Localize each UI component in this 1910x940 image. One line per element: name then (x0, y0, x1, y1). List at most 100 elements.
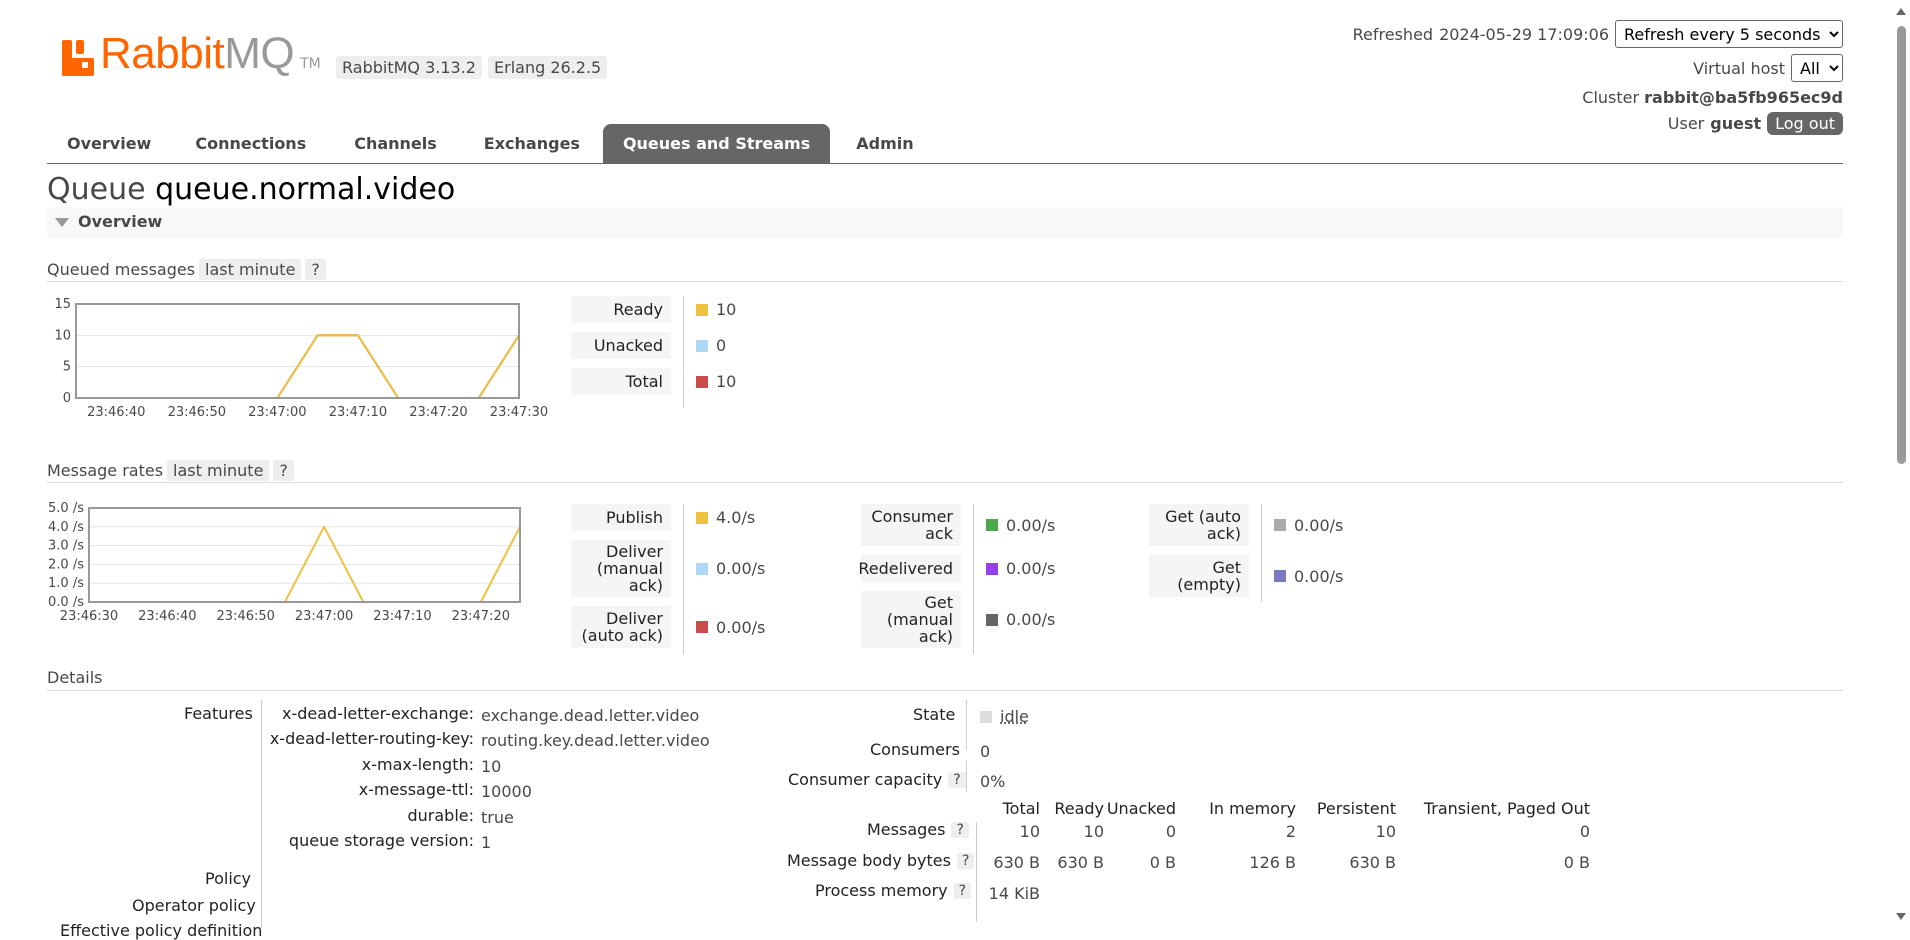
legend-total-label: Total (571, 368, 671, 395)
logo-rabbit-text: Rabbit (100, 29, 225, 78)
tab-overview[interactable]: Overview (47, 124, 171, 164)
legend-deliver-manual-label: Deliver (manual ack) (571, 540, 671, 597)
x-tick-label: 23:46:30 (60, 609, 118, 624)
swatch-get-manual (986, 613, 998, 626)
tab-exchanges[interactable]: Exchanges (461, 124, 603, 164)
legend-publish-label: Publish (571, 504, 671, 531)
queue-name: queue.normal.video (155, 172, 456, 207)
feature-key: queue storage version: (288, 830, 474, 850)
body-bytes-row: 630 B 630 B 0 B 126 B 630 B 0 B (976, 853, 1590, 872)
feature-value: true (481, 807, 514, 827)
y-tick-label: 2.0 /s (48, 557, 84, 572)
legend-get-auto-value: 0.00/s (1274, 504, 1343, 546)
table-cell: 630 B (1349, 853, 1396, 872)
legend-get-empty-value: 0.00/s (1274, 555, 1343, 597)
legend-get-manual-label: Get (manual ack) (861, 591, 961, 648)
legend-total-value: 10 (696, 368, 736, 395)
cluster-row: Cluster rabbit@ba5fb965ec9d (1582, 88, 1843, 107)
feature-key: x-dead-letter-exchange: (281, 704, 474, 723)
process-memory-row-label: Process memory ? (815, 881, 972, 900)
details-heading: Details (47, 668, 103, 687)
table-cell: 630 B (993, 853, 1040, 872)
page-title: Queue queue.normal.video (47, 172, 455, 207)
divider (47, 482, 1843, 483)
tab-admin[interactable]: Admin (830, 124, 939, 164)
overview-section-toggle[interactable]: Overview (47, 207, 1843, 238)
feature-key: durable: (407, 805, 474, 825)
consumer-capacity-help[interactable]: ? (948, 771, 966, 788)
queued-messages-chart: 0 5 10 15 23:46:40 23:46:50 23:47:00 23:47:10 23… (54, 297, 548, 420)
refresh-interval-select[interactable]: Refresh every 5 seconds (1615, 20, 1843, 48)
y-tick-label: 15 (54, 297, 71, 312)
vhost-select[interactable]: All (1791, 54, 1843, 82)
messages-table-header: Total Ready Unacked In memory Persistent… (976, 799, 1590, 818)
cluster-name: rabbit@ba5fb965ec9d (1644, 88, 1843, 107)
legend-redelivered-value: 0.00/s (986, 555, 1055, 582)
user-row: User guest Log out (1668, 112, 1843, 135)
legend-redelivered-label: Redelivered (858, 555, 961, 582)
scroll-up-arrow-icon[interactable] (1896, 8, 1906, 15)
idle-status-icon (980, 710, 992, 723)
title-prefix: Queue (47, 172, 146, 207)
legend-unacked-value: 0 (696, 332, 736, 359)
table-cell: 10 (1019, 822, 1040, 841)
message-rates-heading: Message rates last minute? (47, 460, 294, 481)
message-rates-chart: 0.0 /s 1.0 /s 2.0 /s 3.0 /s 4.0 /s 5.0 /s 23:4… (48, 501, 521, 624)
logo-mq-text: MQ (224, 29, 295, 78)
features-keys: x-dead-letter-exchange: x-dead-letter-ro… (260, 704, 474, 856)
page-scrollbar[interactable] (1892, 0, 1910, 928)
col-transient: Transient, Paged Out (1423, 799, 1590, 818)
y-tick-label: 0 (63, 391, 71, 406)
scroll-down-arrow-icon[interactable] (1896, 913, 1906, 920)
x-tick-label: 23:46:40 (87, 405, 145, 420)
x-tick-label: 23:47:00 (295, 609, 353, 624)
tab-queues-and-streams[interactable]: Queues and Streams (602, 124, 831, 164)
refresh-row: Refreshed 2024-05-29 17:09:06 Refresh ev… (1353, 20, 1843, 48)
col-persistent: Persistent (1316, 799, 1396, 818)
consumer-capacity-row: Consumer capacity ? (788, 770, 966, 789)
process-memory-help[interactable]: ? (953, 882, 972, 899)
tab-channels[interactable]: Channels (330, 124, 461, 164)
messages-help[interactable]: ? (951, 821, 969, 838)
details-divider (966, 760, 967, 792)
col-ready: Ready (1054, 799, 1104, 818)
feature-value: 10 (481, 756, 502, 776)
legend-divider (683, 504, 684, 654)
feature-value: 10000 (481, 782, 532, 802)
feature-value: routing.key.dead.letter.video (481, 731, 710, 751)
rates-range-badge[interactable]: last minute (167, 460, 270, 481)
body-bytes-label: Message body bytes (787, 851, 951, 870)
rates-help-button[interactable]: ? (273, 460, 294, 481)
logout-button[interactable]: Log out (1767, 112, 1843, 135)
x-tick-label: 23:47:20 (409, 405, 467, 420)
rates-legend-col2: Consumer ack Redelivered Get (manual ack… (858, 504, 1055, 654)
body-bytes-help[interactable]: ? (956, 852, 975, 869)
x-tick-label: 23:47:10 (329, 405, 387, 420)
queued-help-button[interactable]: ? (305, 259, 326, 280)
queued-range-badge[interactable]: last minute (199, 259, 302, 280)
y-tick-label: 5.0 /s (48, 501, 84, 516)
rabbitmq-logo[interactable]: RabbitMQ TM (62, 30, 321, 76)
legend-divider (683, 296, 684, 408)
x-tick-label: 23:47:20 (452, 609, 510, 624)
swatch-total (696, 375, 708, 388)
plot-frame (88, 507, 521, 603)
feature-value: 1 (481, 832, 492, 852)
consumer-capacity-label: Consumer capacity (788, 770, 943, 789)
legend-deliver-auto-value: 0.00/s (696, 606, 765, 648)
swatch-redelivered (986, 562, 998, 575)
y-tick-label: 4.0 /s (48, 520, 84, 535)
swatch-deliver-auto (696, 621, 708, 633)
scroll-thumb[interactable] (1897, 26, 1906, 464)
divider (47, 281, 1843, 282)
x-tick-label: 23:46:40 (138, 609, 196, 624)
state-idle-text[interactable]: idle (1000, 707, 1029, 726)
effective-policy-label: Effective policy definition (60, 921, 263, 940)
legend-get-empty-label: Get (empty) (1149, 555, 1249, 597)
col-unacked: Unacked (1106, 799, 1176, 818)
main-nav-tabs: Overview Connections Channels Exchanges … (47, 124, 940, 164)
legend-ready-label: Ready (571, 296, 671, 323)
process-memory-value: 14 KiB (988, 884, 1040, 903)
tab-connections[interactable]: Connections (171, 124, 330, 164)
messages-label: Messages (867, 820, 946, 839)
